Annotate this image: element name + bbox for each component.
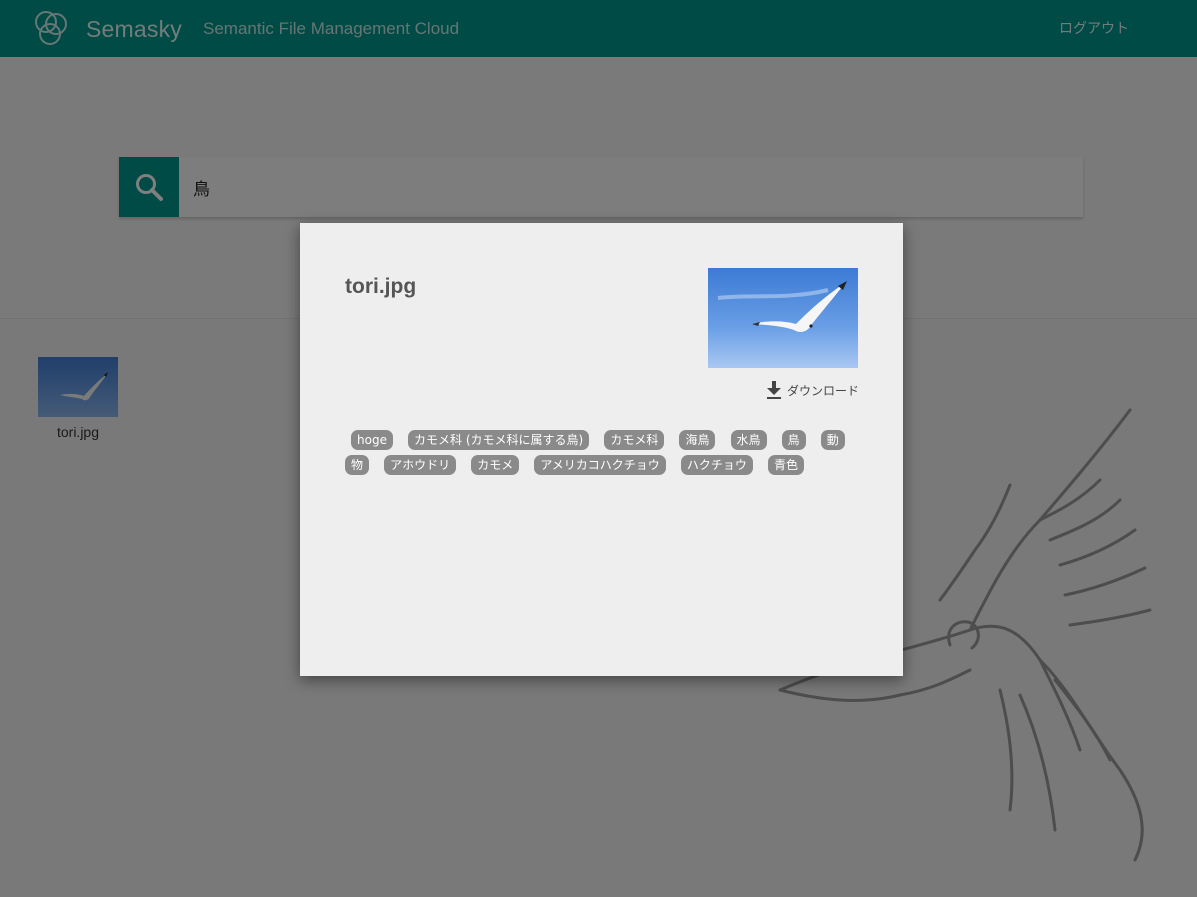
- tag-chip[interactable]: アホウドリ: [384, 455, 457, 475]
- download-button[interactable]: ダウンロード: [763, 380, 859, 400]
- tag-list: hoge カモメ科 (カモメ科に属する鳥) カモメ科 海鳥 水鳥 鳥 動物 アホ…: [345, 427, 852, 479]
- tag-chip[interactable]: 海鳥: [679, 430, 716, 450]
- tag-chip[interactable]: カモメ科 (カモメ科に属する鳥): [408, 430, 590, 450]
- tag-chip[interactable]: 水鳥: [730, 430, 767, 450]
- file-detail-modal: tori.jpg ダウンロード hoge カモメ科 (カモメ科に属する鳥) カモ…: [300, 223, 903, 676]
- tag-chip[interactable]: アメリカコハクチョウ: [534, 455, 666, 475]
- tag-chip[interactable]: カモメ: [471, 455, 520, 475]
- tag-chip[interactable]: 青色: [767, 455, 804, 475]
- download-icon: [766, 381, 781, 399]
- tag-chip[interactable]: hoge: [351, 430, 393, 450]
- file-preview-image: [708, 268, 858, 368]
- app-page: Semasky Semantic File Management Cloud ロ…: [0, 0, 1197, 897]
- modal-file-title: tori.jpg: [345, 275, 417, 298]
- tag-chip[interactable]: カモメ科: [604, 430, 665, 450]
- tag-chip[interactable]: ハクチョウ: [680, 455, 753, 475]
- tag-chip[interactable]: 鳥: [781, 430, 806, 450]
- download-label: ダウンロード: [786, 383, 859, 398]
